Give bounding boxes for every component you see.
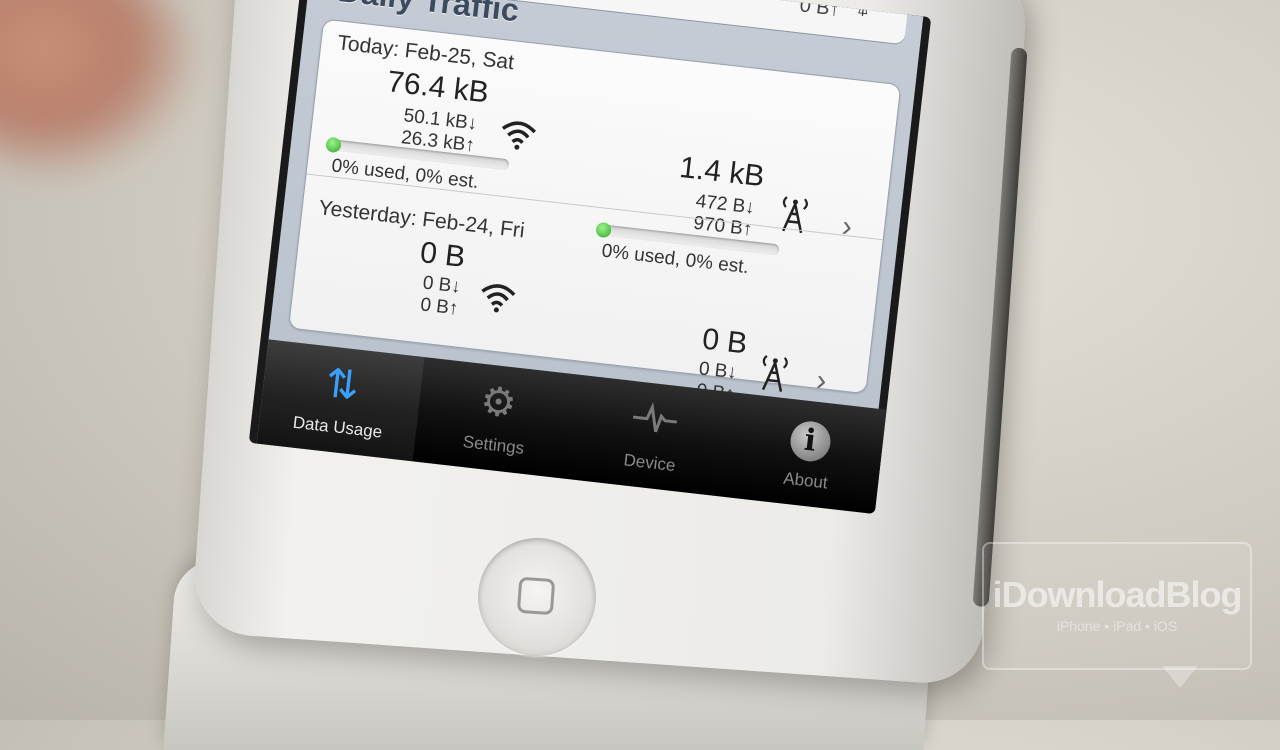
watermark-title: iDownloadBlog: [992, 574, 1243, 615]
wifi-icon: [498, 118, 538, 158]
wifi-total: 76.4 kB: [385, 65, 491, 110]
info-icon: i: [730, 407, 891, 470]
tab-data-usage[interactable]: ⇅ Data Usage: [256, 339, 425, 462]
wifi-icon: [477, 281, 517, 321]
tab-device[interactable]: Device: [569, 375, 737, 497]
chevron-right-icon[interactable]: ›: [814, 364, 829, 399]
progress-dot: [325, 136, 342, 154]
tab-label: Settings: [461, 432, 526, 458]
tab-settings[interactable]: ⚙ Settings: [413, 357, 581, 479]
daily-traffic-card: Today: Feb-25, Sat 76.4 kB 50.1 kB↓ 26.3…: [287, 18, 902, 405]
wifi-total: 0 B: [418, 236, 467, 274]
phone-screen: 0 B↑ ⍋ Daily Traffic Today: Feb-25, Sat …: [248, 0, 932, 515]
cell-tower-icon: [754, 351, 793, 401]
photo-scene: 0 B↑ ⍋ Daily Traffic Today: Feb-25, Sat …: [0, 0, 1280, 750]
cell-total: 1.4 kB: [677, 150, 767, 194]
tab-about[interactable]: i About: [725, 393, 893, 514]
wifi-up: 0 B↑: [419, 294, 460, 320]
watermark-logo: iDownloadBlog iPhone • iPad • iOS: [982, 542, 1252, 688]
finger-blur: [0, 0, 200, 180]
phone-side-edge: [972, 47, 1028, 608]
pulse-icon: [573, 389, 735, 456]
data-usage-arrows-icon: ⇅: [323, 361, 362, 409]
app-view: 0 B↑ ⍋ Daily Traffic Today: Feb-25, Sat …: [256, 0, 924, 515]
cell-total: 0 B: [700, 322, 750, 361]
tab-label: Data Usage: [291, 412, 384, 442]
home-square-icon: [516, 576, 556, 616]
watermark-tail: [1162, 666, 1198, 688]
gear-icon: ⚙: [478, 378, 519, 427]
watermark-subtitle: iPhone • iPad • iOS: [1056, 618, 1178, 634]
tab-label: About: [782, 468, 829, 493]
